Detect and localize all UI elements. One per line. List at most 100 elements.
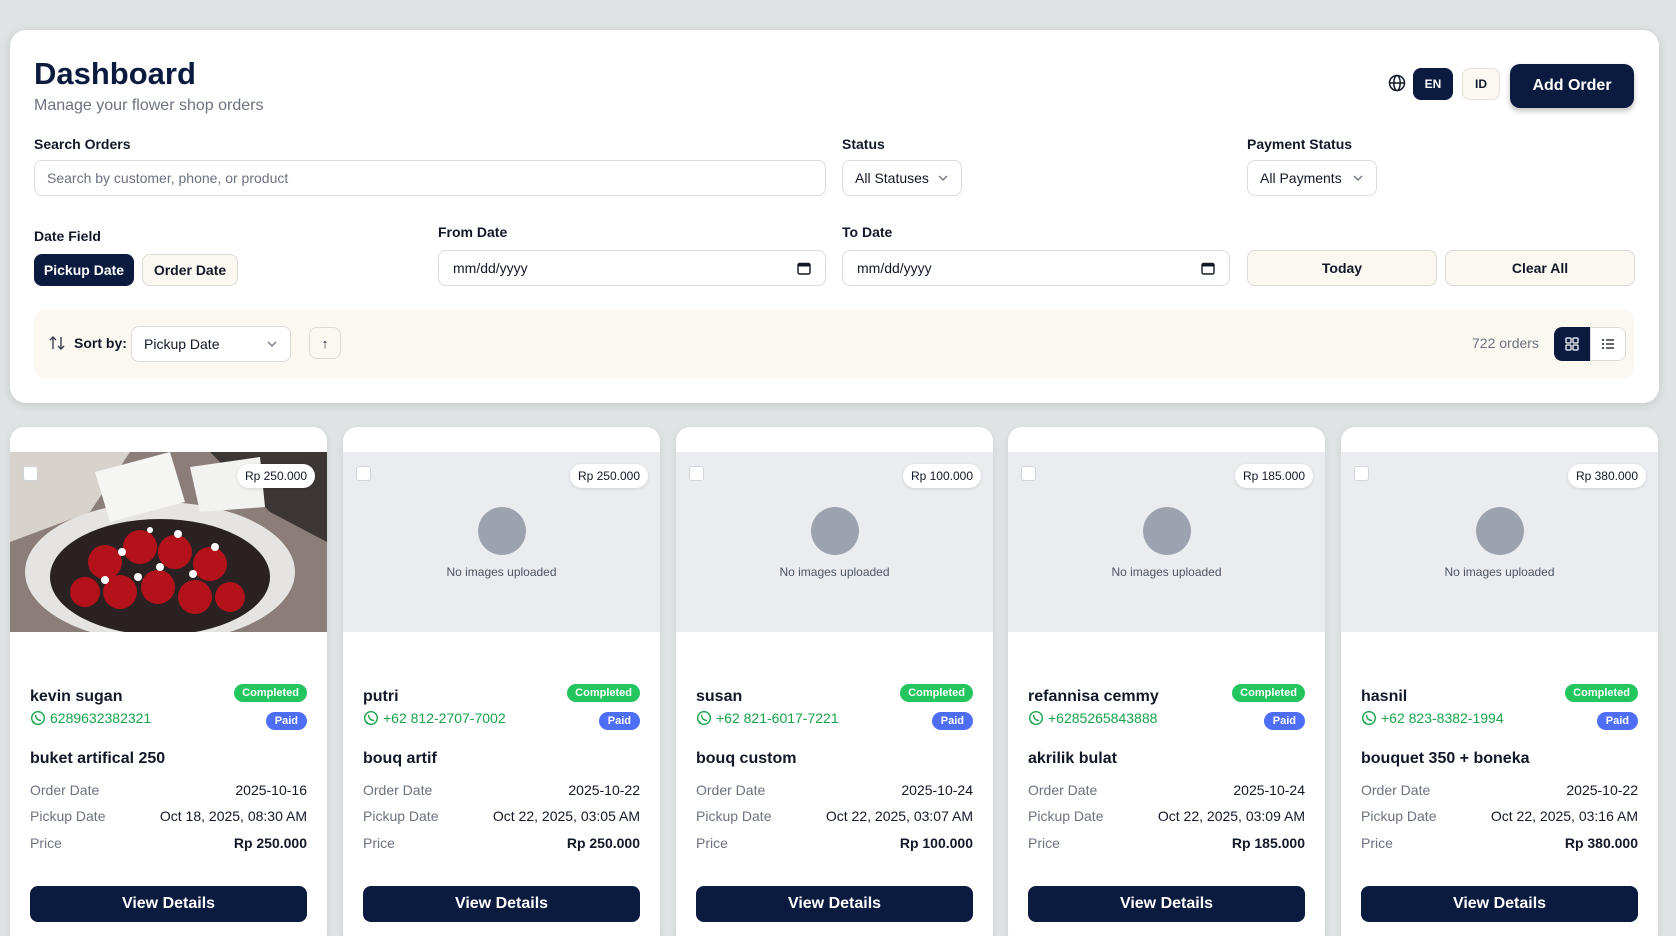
order-card: No images uploaded Rp 185.000 refannisa …	[1008, 427, 1325, 936]
price-label: Price	[1361, 835, 1393, 851]
price-value: Rp 380.000	[1564, 835, 1638, 851]
payment-select-value: All Payments	[1260, 170, 1342, 186]
sort-direction-button[interactable]: ↑	[309, 327, 341, 359]
no-images-text: No images uploaded	[779, 565, 890, 579]
to-date-label: To Date	[842, 224, 893, 240]
price-value: Rp 250.000	[566, 835, 640, 851]
order-date-label: Order Date	[1361, 782, 1431, 798]
clear-all-button[interactable]: Clear All	[1445, 250, 1635, 286]
sort-bar: Sort by: Pickup Date ↑ 722 orders	[34, 310, 1634, 378]
from-date-input[interactable]: mm/dd/yyyy	[438, 250, 826, 286]
status-badge: Completed	[1565, 684, 1638, 702]
view-details-button[interactable]: View Details	[696, 886, 973, 922]
calendar-icon[interactable]	[797, 261, 811, 275]
to-date-input[interactable]: mm/dd/yyyy	[842, 250, 1230, 286]
select-checkbox[interactable]	[1354, 466, 1369, 481]
image-placeholder-icon	[1476, 507, 1524, 555]
status-select[interactable]: All Statuses	[842, 160, 962, 196]
sort-arrows-icon	[49, 336, 65, 350]
product-name: bouq custom	[696, 750, 797, 767]
price-badge: Rp 250.000	[236, 464, 315, 488]
lang-en-button[interactable]: EN	[1413, 68, 1453, 100]
filter-panel: Dashboard Manage your flower shop orders…	[10, 30, 1659, 403]
order-date-label: Order Date	[30, 782, 100, 798]
customer-phone-link[interactable]: +6285265843888	[1028, 710, 1157, 726]
phone-number: +62 821-6017-7221	[716, 710, 839, 726]
add-order-button[interactable]: Add Order	[1510, 64, 1634, 108]
card-image-area: No images uploaded Rp 100.000	[676, 452, 993, 632]
image-placeholder-icon	[1143, 507, 1191, 555]
customer-phone-link[interactable]: +62 812-2707-7002	[363, 710, 506, 726]
customer-phone-link[interactable]: 6289632382321	[30, 710, 151, 726]
search-input[interactable]: Search by customer, phone, or product	[34, 160, 826, 196]
order-date-label: Order Date	[1028, 782, 1098, 798]
order-date-label: Order Date	[363, 782, 433, 798]
payment-status-select[interactable]: All Payments	[1247, 160, 1377, 196]
list-view-button[interactable]	[1590, 327, 1626, 361]
select-checkbox[interactable]	[356, 466, 371, 481]
price-badge: Rp 250.000	[569, 464, 648, 488]
whatsapp-icon	[1361, 710, 1377, 726]
image-placeholder-icon	[478, 507, 526, 555]
page-subtitle: Manage your flower shop orders	[34, 97, 264, 114]
payment-badge: Paid	[265, 712, 307, 730]
date-field-label: Date Field	[34, 228, 101, 244]
order-date-value: 2025-10-24	[1233, 782, 1305, 798]
page-title: Dashboard	[34, 56, 196, 91]
payment-badge: Paid	[598, 712, 640, 730]
customer-phone-link[interactable]: +62 823-8382-1994	[1361, 710, 1504, 726]
pickup-date-value: Oct 18, 2025, 08:30 AM	[159, 808, 307, 824]
product-name: bouquet 350 + boneka	[1361, 750, 1530, 767]
price-label: Price	[1028, 835, 1060, 851]
pickup-date-toggle[interactable]: Pickup Date	[34, 254, 134, 286]
view-details-button[interactable]: View Details	[1361, 886, 1638, 922]
to-date-value: mm/dd/yyyy	[857, 260, 932, 276]
customer-phone-link[interactable]: +62 821-6017-7221	[696, 710, 839, 726]
pickup-date-value: Oct 22, 2025, 03:09 AM	[1157, 808, 1305, 824]
customer-name: refannisa cemmy	[1028, 688, 1159, 705]
phone-number: +6285265843888	[1048, 710, 1158, 726]
today-button[interactable]: Today	[1247, 250, 1437, 286]
phone-number: +62 823-8382-1994	[1381, 710, 1504, 726]
phone-number: +62 812-2707-7002	[383, 710, 506, 726]
select-checkbox[interactable]	[689, 466, 704, 481]
search-label: Search Orders	[34, 136, 131, 152]
no-images-text: No images uploaded	[1111, 565, 1222, 579]
view-details-button[interactable]: View Details	[363, 886, 640, 922]
view-details-button[interactable]: View Details	[1028, 886, 1305, 922]
calendar-icon[interactable]	[1201, 261, 1215, 275]
order-date-label: Order Date	[696, 782, 766, 798]
payment-badge: Paid	[1596, 712, 1638, 730]
product-name: akrilik bulat	[1028, 750, 1117, 767]
pickup-date-label: Pickup Date	[363, 808, 439, 824]
card-image-area: No images uploaded Rp 380.000	[1341, 452, 1658, 632]
payment-badge: Paid	[931, 712, 973, 730]
order-date-toggle[interactable]: Order Date	[142, 254, 238, 286]
select-checkbox[interactable]	[23, 466, 38, 481]
customer-name: susan	[696, 688, 743, 705]
globe-icon	[1388, 74, 1406, 92]
order-date-value: 2025-10-24	[901, 782, 973, 798]
status-select-value: All Statuses	[855, 170, 929, 186]
payment-status-label: Payment Status	[1247, 136, 1353, 152]
grid-view-button[interactable]	[1554, 327, 1590, 361]
whatsapp-icon	[1028, 710, 1044, 726]
status-badge: Completed	[567, 684, 640, 702]
pickup-date-value: Oct 22, 2025, 03:05 AM	[492, 808, 640, 824]
order-date-value: 2025-10-22	[568, 782, 640, 798]
chevron-down-icon	[938, 175, 948, 181]
sort-select[interactable]: Pickup Date	[131, 326, 291, 362]
pickup-date-value: Oct 22, 2025, 03:07 AM	[825, 808, 973, 824]
price-badge: Rp 100.000	[902, 464, 981, 488]
from-date-label: From Date	[438, 224, 508, 240]
pickup-date-label: Pickup Date	[1028, 808, 1104, 824]
select-checkbox[interactable]	[1021, 466, 1036, 481]
pickup-date-value: Oct 22, 2025, 03:16 AM	[1490, 808, 1638, 824]
lang-id-button[interactable]: ID	[1462, 68, 1500, 100]
pickup-date-label: Pickup Date	[1361, 808, 1437, 824]
price-label: Price	[696, 835, 728, 851]
pickup-date-label: Pickup Date	[30, 808, 106, 824]
whatsapp-icon	[696, 710, 712, 726]
chevron-down-icon	[267, 341, 277, 347]
view-details-button[interactable]: View Details	[30, 886, 307, 922]
